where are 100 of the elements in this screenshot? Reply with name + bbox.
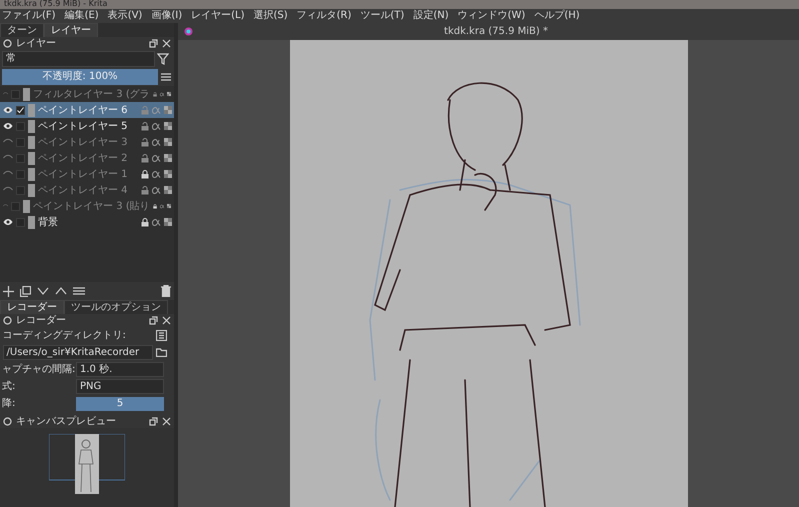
field-label: ャプチャの間隔: bbox=[2, 362, 72, 377]
layer-thumbnail bbox=[28, 216, 35, 228]
field-label: 式: bbox=[2, 380, 16, 394]
layer-row[interactable]: ペイントレイヤー 4 bbox=[0, 182, 174, 198]
inherit-alpha-icon[interactable] bbox=[164, 122, 172, 130]
folder-icon[interactable] bbox=[156, 348, 166, 356]
layer-row[interactable]: ペイントレイヤー 3 bbox=[0, 134, 174, 150]
inherit-alpha-icon[interactable] bbox=[164, 218, 172, 226]
opacity-value: 不透明度: 100% bbox=[42, 70, 118, 84]
inherit-alpha-icon[interactable] bbox=[164, 154, 172, 162]
chevron-up-icon[interactable] bbox=[55, 287, 67, 295]
unlocked-icon[interactable] bbox=[140, 122, 148, 130]
menu-item[interactable]: 設定(N) bbox=[413, 9, 449, 23]
eye-icon[interactable] bbox=[3, 106, 13, 114]
layer-row[interactable]: ペイントレイヤー 1 bbox=[0, 166, 174, 182]
docker-icon bbox=[3, 416, 12, 426]
menu-item[interactable]: ファイル(F) bbox=[2, 9, 56, 23]
layer-thumbnail bbox=[28, 168, 35, 180]
unlocked-icon[interactable] bbox=[152, 90, 157, 98]
eye-icon[interactable] bbox=[3, 122, 13, 130]
layer-name: フィルタレイヤー 3 (グラ bbox=[33, 88, 150, 102]
inherit-alpha-icon[interactable] bbox=[164, 138, 172, 146]
layer-thumbnail bbox=[28, 136, 35, 148]
menu-icon[interactable] bbox=[160, 72, 172, 82]
unlocked-icon[interactable] bbox=[140, 154, 148, 162]
panel-tab[interactable]: ツールのオプション bbox=[64, 300, 168, 314]
duplicate-icon[interactable] bbox=[20, 286, 31, 296]
inherit-alpha-icon[interactable] bbox=[164, 170, 172, 178]
layer-thumbnail bbox=[28, 152, 35, 164]
alpha-icon[interactable] bbox=[160, 202, 164, 210]
layer-name: ペイントレイヤー 3 (貼り bbox=[33, 200, 150, 214]
window-title: tkdk.kra (75.9 MiB) - Krita bbox=[4, 0, 108, 8]
docker-title: キャンバスプレビュー bbox=[16, 414, 117, 428]
layer-row[interactable]: ペイントレイヤー 2 bbox=[0, 150, 174, 166]
layer-row[interactable]: ペイントレイヤー 6 bbox=[0, 102, 174, 118]
layer-thumbnail bbox=[28, 104, 35, 116]
panel-tab[interactable]: ターン bbox=[0, 23, 44, 37]
locked-icon[interactable] bbox=[140, 170, 148, 178]
docker-title: レコーダー bbox=[16, 314, 67, 327]
layer-name: ペイントレイヤー 5 bbox=[38, 120, 129, 134]
layer-name: ペイントレイヤー 2 bbox=[38, 152, 129, 166]
inherit-alpha-icon[interactable] bbox=[164, 186, 172, 194]
slider-fill[interactable] bbox=[76, 396, 164, 410]
trash-icon[interactable] bbox=[161, 285, 171, 297]
inherit-alpha-icon[interactable] bbox=[167, 202, 172, 210]
format-dropdown[interactable]: PNG bbox=[76, 379, 164, 394]
layer-row[interactable]: ペイントレイヤー 3 (貼り bbox=[0, 198, 174, 214]
inherit-alpha-icon[interactable] bbox=[167, 90, 172, 98]
docker-title: レイヤー bbox=[16, 37, 57, 50]
close-icon[interactable] bbox=[162, 316, 171, 325]
krita-logo-icon bbox=[184, 27, 193, 36]
menu-item[interactable]: フィルタ(R) bbox=[296, 9, 352, 23]
float-icon[interactable] bbox=[149, 316, 158, 325]
blend-mode-dropdown[interactable]: 常 bbox=[2, 51, 154, 67]
layer-name: ペイントレイヤー 6 bbox=[38, 104, 129, 118]
panel-tab[interactable]: レイヤー bbox=[44, 23, 98, 37]
menu-item[interactable]: ヘルプ(H) bbox=[534, 9, 580, 23]
layer-thumbnail bbox=[23, 88, 30, 100]
directory-label: コーディングディレクトリ: bbox=[2, 328, 127, 342]
layer-thumbnail bbox=[28, 184, 35, 196]
unlocked-icon[interactable] bbox=[140, 138, 148, 146]
locked-icon[interactable] bbox=[152, 202, 157, 210]
eye-icon[interactable] bbox=[3, 218, 13, 226]
layer-name: ペイントレイヤー 4 bbox=[38, 184, 129, 198]
close-icon[interactable] bbox=[162, 39, 171, 48]
opacity-slider-fill[interactable] bbox=[2, 69, 158, 85]
layer-row[interactable]: 背景 bbox=[0, 214, 174, 230]
layer-row[interactable]: ペイントレイヤー 5 bbox=[0, 118, 174, 134]
docker-icon bbox=[3, 39, 12, 48]
locked-icon[interactable] bbox=[140, 218, 148, 226]
menu-item[interactable]: レイヤー(L) bbox=[191, 9, 244, 23]
panel-tab[interactable]: レコーダー bbox=[0, 300, 64, 314]
menu-item[interactable]: 画像(I) bbox=[151, 9, 182, 23]
alpha-icon[interactable] bbox=[160, 90, 164, 98]
menu-item[interactable]: ウィンドウ(W) bbox=[458, 9, 526, 23]
filter-icon[interactable] bbox=[157, 53, 169, 65]
layer-checkbox[interactable] bbox=[16, 106, 25, 114]
layer-name: ペイントレイヤー 1 bbox=[38, 168, 129, 182]
close-icon[interactable] bbox=[162, 416, 171, 426]
directory-field[interactable]: /Users/o_sir¥KritaRecorder bbox=[2, 344, 153, 360]
layer-thumbnail bbox=[23, 200, 30, 212]
menu-item[interactable]: 選択(S) bbox=[253, 9, 288, 23]
float-icon[interactable] bbox=[149, 416, 158, 426]
float-icon[interactable] bbox=[149, 39, 158, 48]
field-label: 降: bbox=[2, 397, 16, 411]
add-icon[interactable] bbox=[3, 286, 14, 296]
menu-item[interactable]: 表示(V) bbox=[108, 9, 142, 23]
docker-icon bbox=[3, 316, 12, 325]
layer-name: ペイントレイヤー 3 bbox=[38, 136, 129, 150]
unlocked-icon[interactable] bbox=[140, 186, 148, 194]
list-icon[interactable] bbox=[156, 330, 166, 340]
layer-row[interactable]: フィルタレイヤー 3 (グラ bbox=[0, 86, 174, 102]
layer-name: 背景 bbox=[38, 216, 59, 230]
slider-value: 5 bbox=[116, 396, 124, 410]
canvas-thumbnail-drawing[interactable] bbox=[49, 434, 125, 494]
chevron-down-icon[interactable] bbox=[37, 287, 49, 295]
menu-item[interactable]: ツール(T) bbox=[360, 9, 404, 23]
menu-item[interactable]: 編集(E) bbox=[64, 9, 99, 23]
properties-icon[interactable] bbox=[73, 286, 85, 296]
spin-field[interactable]: 1.0 秒. bbox=[76, 362, 164, 377]
